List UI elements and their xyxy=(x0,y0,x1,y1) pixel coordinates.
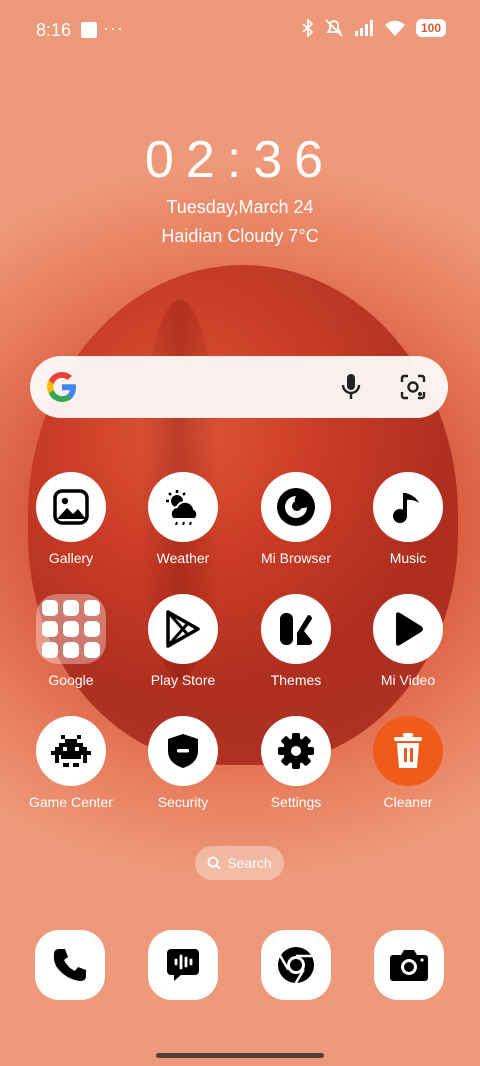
app-settings[interactable]: Settings xyxy=(240,716,352,810)
app-label: Mi Video xyxy=(380,672,436,688)
app-security[interactable]: Security xyxy=(127,716,239,810)
gallery-icon xyxy=(36,472,106,542)
weather-summary[interactable]: Haidian Cloudy 7°C xyxy=(0,226,480,247)
mute-icon xyxy=(325,19,343,37)
search-icon xyxy=(207,856,221,870)
clock[interactable]: 02:36 xyxy=(0,130,480,190)
app-label: Google xyxy=(48,672,94,688)
google-search-bar[interactable] xyxy=(30,356,448,418)
browser-icon xyxy=(261,472,331,542)
weather-icon xyxy=(148,472,218,542)
app-weather[interactable]: Weather xyxy=(127,472,239,566)
themes-icon xyxy=(261,594,331,664)
status-bar: 8:16 ··· 100 xyxy=(0,0,480,60)
home-indicator[interactable] xyxy=(156,1053,324,1058)
app-label: Music xyxy=(389,550,427,566)
app-label: Settings xyxy=(270,794,322,810)
app-music[interactable]: Music xyxy=(352,472,464,566)
shield-icon xyxy=(148,716,218,786)
phone-icon[interactable] xyxy=(35,930,105,1000)
app-game-center[interactable]: Game Center xyxy=(15,716,127,810)
notification-icon xyxy=(81,22,97,38)
app-mi-browser[interactable]: Mi Browser xyxy=(240,472,352,566)
signal-icon xyxy=(354,20,373,36)
trash-icon xyxy=(373,716,443,786)
app-search-label: Search xyxy=(227,855,272,871)
date[interactable]: Tuesday,March 24 xyxy=(0,197,480,218)
app-label: Weather xyxy=(156,550,210,566)
app-search-button[interactable]: Search xyxy=(195,846,284,880)
app-play-store[interactable]: Play Store xyxy=(127,594,239,688)
play-store-icon xyxy=(148,594,218,664)
app-label: Gallery xyxy=(48,550,94,566)
chrome-icon[interactable] xyxy=(261,930,331,1000)
battery-indicator: 100 xyxy=(415,19,446,37)
app-cleaner[interactable]: Cleaner xyxy=(352,716,464,810)
more-notifications-icon: ··· xyxy=(103,18,124,38)
messages-icon[interactable] xyxy=(148,930,218,1000)
app-themes[interactable]: Themes xyxy=(240,594,352,688)
wifi-icon xyxy=(384,20,405,36)
status-time: 8:16 xyxy=(36,20,72,40)
app-label: Play Store xyxy=(150,672,216,688)
app-label: Themes xyxy=(270,672,322,688)
app-label: Security xyxy=(157,794,209,810)
game-icon xyxy=(36,716,106,786)
lens-icon[interactable] xyxy=(400,374,426,400)
app-label: Game Center xyxy=(28,794,114,810)
bluetooth-icon xyxy=(302,19,314,37)
video-icon xyxy=(373,594,443,664)
voice-search-icon[interactable] xyxy=(340,372,362,402)
gear-icon xyxy=(261,716,331,786)
folder-icon xyxy=(36,594,106,664)
app-label: Mi Browser xyxy=(260,550,331,566)
app-gallery[interactable]: Gallery xyxy=(15,472,127,566)
app-mi-video[interactable]: Mi Video xyxy=(352,594,464,688)
google-logo-icon xyxy=(47,372,76,402)
app-label: Cleaner xyxy=(383,794,433,810)
music-icon xyxy=(373,472,443,542)
app-google-folder[interactable]: Google xyxy=(15,594,127,688)
status-icons: 100 xyxy=(302,18,446,38)
camera-icon[interactable] xyxy=(374,930,444,1000)
